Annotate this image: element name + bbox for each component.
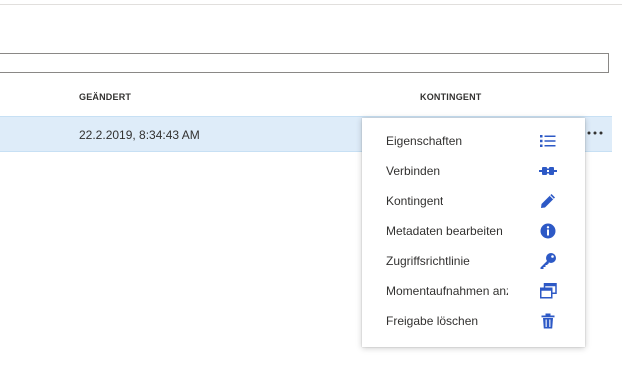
top-divider <box>0 4 622 5</box>
trash-icon <box>539 312 557 330</box>
menu-item-metadaten-bearbeiten[interactable]: Metadaten bearbeiten <box>362 216 585 246</box>
column-header-geaendert[interactable]: GEÄNDERT <box>79 92 131 102</box>
snapshots-icon <box>539 282 557 300</box>
modified-date-cell: 22.2.2019, 8:34:43 AM <box>79 128 200 142</box>
menu-item-verbinden[interactable]: Verbinden <box>362 156 585 186</box>
key-icon <box>539 252 557 270</box>
info-icon <box>539 222 557 240</box>
pencil-icon <box>539 192 557 210</box>
menu-item-label: Eigenschaften <box>386 134 463 148</box>
menu-item-label: Kontingent <box>386 194 444 208</box>
menu-item-label: Zugriffsrichtlinie <box>386 254 470 268</box>
menu-item-momentaufnahmen[interactable]: Momentaufnahmen anz... <box>362 276 585 306</box>
more-ellipsis-icon <box>587 131 603 135</box>
menu-item-label: Metadaten bearbeiten <box>386 224 503 238</box>
menu-item-label: Momentaufnahmen anz... <box>386 284 508 298</box>
column-header-kontingent[interactable]: KONTINGENT <box>420 92 482 102</box>
menu-item-kontingent[interactable]: Kontingent <box>362 186 585 216</box>
connect-plug-icon <box>539 162 557 180</box>
menu-item-freigabe-loeschen[interactable]: Freigabe löschen <box>362 306 585 336</box>
list-icon <box>539 132 557 150</box>
menu-item-zugriffsrichtlinie[interactable]: Zugriffsrichtlinie <box>362 246 585 276</box>
context-menu: Eigenschaften Verbinden Kontingent Metad… <box>362 118 585 347</box>
menu-item-eigenschaften[interactable]: Eigenschaften <box>362 126 585 156</box>
storage-share-list-page: GEÄNDERT KONTINGENT 22.2.2019, 8:34:43 A… <box>0 0 622 376</box>
menu-item-label: Freigabe löschen <box>386 314 479 328</box>
menu-item-label: Verbinden <box>386 164 441 178</box>
more-actions-button[interactable] <box>584 122 606 144</box>
filter-input[interactable] <box>0 53 609 73</box>
